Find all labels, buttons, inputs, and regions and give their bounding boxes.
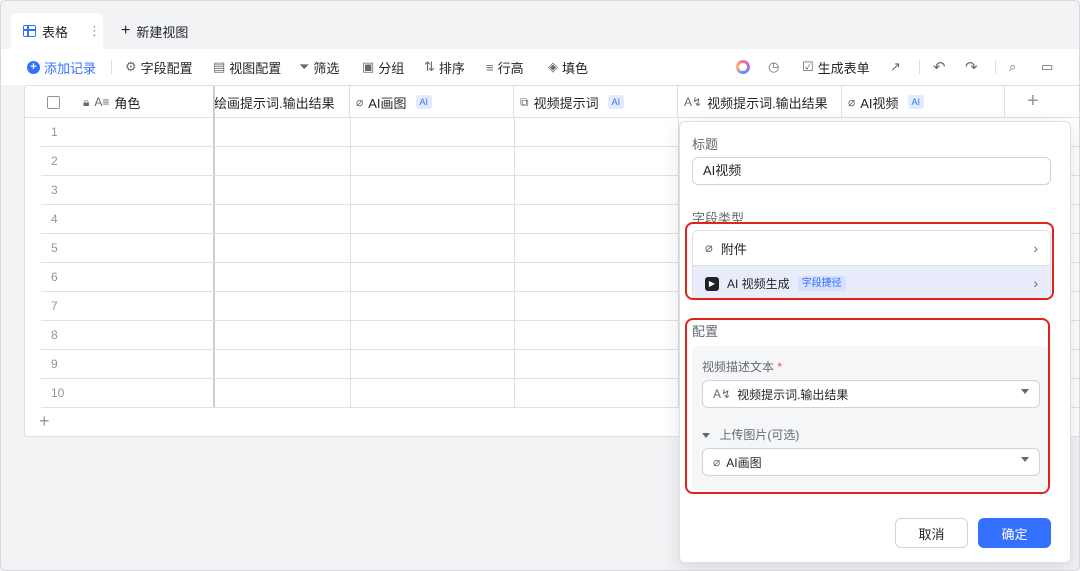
paint-bucket-icon: ◈ [548, 59, 558, 74]
generate-form-label: 生成表单 [817, 60, 870, 76]
search-button[interactable]: ⌕ [1009, 49, 1016, 85]
plus-icon: + [121, 22, 131, 39]
text-field-icon: A↯ [684, 95, 703, 109]
toolbar-divider [111, 60, 112, 74]
confirm-button[interactable]: 确定 [978, 518, 1051, 548]
redo-button[interactable]: ↷ [965, 49, 978, 85]
new-view-button[interactable]: + 新建视图 [121, 13, 188, 49]
generate-form-button[interactable]: ☑ 生成表单 [802, 49, 870, 85]
add-record-label: 添加记录 [44, 60, 97, 76]
view-tabs: 表格 ⋮ + 新建视图 [1, 1, 1079, 49]
ai-tag: AI [415, 95, 433, 109]
comment-icon: ▭ [1041, 59, 1054, 74]
row-number: 3 [51, 183, 58, 197]
header-label: AI视频 [860, 95, 899, 111]
fill-color-label: 填色 [562, 60, 589, 76]
sort-label: 排序 [438, 60, 465, 76]
header-col-video-prompt-output[interactable]: A↯ 视频提示词.输出结果 [678, 86, 842, 118]
header-col-ai-video[interactable]: ⌀ AI视频 AI [842, 86, 1005, 118]
lock-icon: 🔒︎ [83, 94, 90, 109]
form-check-icon: ☑ [802, 59, 814, 74]
new-view-label: 新建视图 [136, 24, 189, 40]
redo-icon: ↷ [965, 59, 978, 76]
add-circle-icon: + [27, 60, 40, 74]
gear-icon: ⚙ [125, 59, 137, 74]
share-icon: ↗ [890, 59, 901, 74]
row-height-label: 行高 [497, 60, 524, 76]
header-label: AI画图 [368, 95, 407, 111]
sort-button[interactable]: ⇅ 排序 [424, 49, 465, 85]
row-number: 8 [51, 328, 58, 342]
row-height-button[interactable]: ≡ 行高 [486, 49, 524, 85]
row-number: 2 [51, 154, 58, 168]
row-number: 6 [51, 270, 58, 284]
header-col-ai-draw[interactable]: ⌀ AI画图 AI [350, 86, 514, 118]
table-header: 🔒︎ A≡ 角色 绘画提示词.输出结果 ⌀ AI画图 AI ⧉ 视频提示词 AI… [25, 86, 1079, 118]
sort-icon: ⇅ [424, 59, 435, 74]
group-icon: ▣ [362, 59, 375, 74]
highlight-config [685, 318, 1050, 494]
view-settings-icon: ▤ [213, 59, 226, 74]
undo-button[interactable]: ↶ [933, 49, 946, 85]
tab-table-view[interactable]: 表格 ⋮ [11, 13, 103, 49]
row-number: 7 [51, 299, 58, 313]
view-config-button[interactable]: ▤ 视图配置 [213, 49, 281, 85]
header-col-draw-prompt-output[interactable]: 绘画提示词.输出结果 [214, 86, 350, 118]
header-label: 视频提示词.输出结果 [707, 95, 828, 111]
search-list-icon: ⌕ [1009, 59, 1017, 74]
field-title-input[interactable]: AI视频 [692, 157, 1051, 185]
toolbar: + 添加记录 ⚙ 字段配置 ▤ 视图配置 ⏷ 筛选 ▣ 分组 ⇅ 排序 ≡ 行高 [1, 49, 1079, 85]
cancel-button[interactable]: 取消 [895, 518, 968, 548]
table-grid-icon [23, 25, 36, 37]
row-number: 10 [51, 386, 65, 400]
row-number: 9 [51, 357, 58, 371]
select-all-checkbox[interactable] [47, 95, 60, 109]
add-column-button[interactable]: + [1027, 90, 1039, 113]
fill-color-button[interactable]: ◈ 填色 [548, 49, 588, 85]
header-label: 视频提示词 [533, 95, 599, 111]
row-height-icon: ≡ [486, 59, 494, 75]
row-number: 1 [51, 125, 58, 139]
add-row-button[interactable]: + [39, 412, 50, 430]
filter-button[interactable]: ⏷ 筛选 [299, 49, 339, 85]
header-col-video-prompt[interactable]: ⧉ 视频提示词 AI [514, 86, 678, 118]
toolbar-divider [919, 60, 920, 74]
header-label: 绘画提示词.输出结果 [214, 95, 335, 111]
ai-tag: AI [607, 95, 625, 109]
paperclip-icon: ⌀ [356, 95, 364, 109]
row-number: 4 [51, 212, 58, 226]
clock-icon: ◷ [768, 59, 780, 74]
field-config-button[interactable]: ⚙ 字段配置 [125, 49, 193, 85]
add-record-button[interactable]: + 添加记录 [27, 49, 96, 85]
ai-tag: AI [907, 95, 925, 109]
app-window: 表格 ⋮ + 新建视图 + 添加记录 ⚙ 字段配置 ▤ 视图配置 ⏷ 筛选 ▣ … [0, 0, 1080, 571]
header-label: 角色 [114, 95, 141, 111]
filter-label: 筛选 [313, 60, 340, 76]
view-config-label: 视图配置 [229, 60, 282, 76]
field-config-panel: 标题 AI视频 字段类型 ⌀ 附件 › ▶ AI 视频生成 字段捷径 › 配置 … [679, 121, 1071, 563]
field-config-label: 字段配置 [140, 60, 193, 76]
more-vertical-icon[interactable]: ⋮ [88, 23, 101, 39]
header-col-role[interactable]: 🔒︎ A≡ 角色 [25, 86, 214, 118]
undo-icon: ↶ [933, 59, 946, 76]
row-number: 5 [51, 241, 58, 255]
automation-button[interactable]: ◷ [768, 49, 779, 85]
ai-ring-icon [736, 60, 750, 74]
filter-icon: ⏷ [299, 59, 310, 74]
share-button[interactable]: ↗ [890, 49, 901, 85]
highlight-field-type [685, 222, 1054, 300]
tab-table-label: 表格 [42, 24, 69, 40]
group-label: 分组 [378, 60, 405, 76]
ai-prompt-icon: ⧉ [520, 94, 529, 109]
comment-button[interactable]: ▭ [1041, 49, 1053, 85]
title-label: 标题 [692, 137, 719, 152]
group-button[interactable]: ▣ 分组 [362, 49, 404, 85]
text-field-icon: A≡ [94, 95, 110, 109]
toolbar-divider [995, 60, 996, 74]
paperclip-icon: ⌀ [848, 95, 856, 109]
ai-assistant-button[interactable] [736, 49, 750, 85]
